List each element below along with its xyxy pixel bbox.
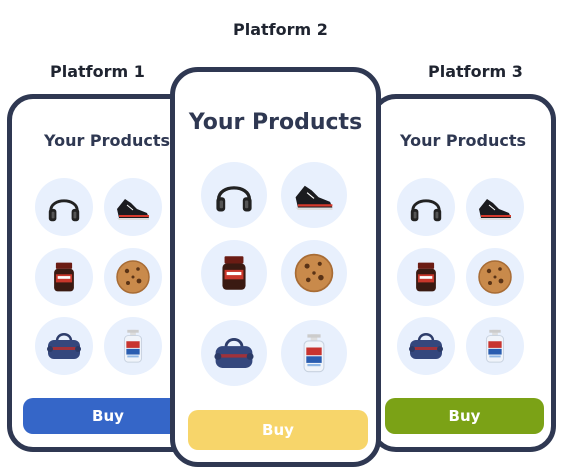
- sanitizer-bottle-icon: [114, 327, 152, 365]
- product-sneaker[interactable]: [104, 178, 162, 236]
- product-coffee[interactable]: [201, 240, 267, 306]
- product-coffee[interactable]: [397, 248, 455, 306]
- duffel-bag-icon: [211, 330, 257, 376]
- sanitizer-bottle-icon: [476, 327, 514, 365]
- products-title: Your Products: [399, 131, 527, 150]
- headphones-icon: [212, 173, 256, 217]
- duffel-bag-icon: [44, 326, 84, 366]
- headphones-icon: [407, 188, 445, 226]
- product-coffee[interactable]: [35, 248, 93, 306]
- cookie-icon: [475, 257, 515, 297]
- coffee-jar-icon: [46, 259, 82, 295]
- product-sanitizer[interactable]: [466, 317, 524, 375]
- cookie-icon: [291, 250, 337, 296]
- product-cookie[interactable]: [104, 248, 162, 306]
- duffel-bag-icon: [406, 326, 446, 366]
- platform-3-label: Platform 3: [428, 62, 523, 81]
- product-bag[interactable]: [35, 317, 93, 375]
- product-cookie[interactable]: [281, 240, 347, 306]
- product-cookie[interactable]: [466, 248, 524, 306]
- sneaker-icon: [291, 172, 337, 218]
- cookie-icon: [113, 257, 153, 297]
- buy-button[interactable]: Buy: [23, 398, 193, 434]
- platform-1-label: Platform 1: [50, 62, 145, 81]
- product-headphones[interactable]: [201, 162, 267, 228]
- headphones-icon: [45, 188, 83, 226]
- sanitizer-bottle-icon: [292, 331, 336, 375]
- product-bag[interactable]: [201, 320, 267, 386]
- sneaker-icon: [113, 187, 153, 227]
- coffee-jar-icon: [213, 252, 255, 294]
- product-headphones[interactable]: [35, 178, 93, 236]
- product-sneaker[interactable]: [281, 162, 347, 228]
- platform-2-label: Platform 2: [233, 20, 328, 39]
- buy-button[interactable]: Buy: [188, 410, 368, 450]
- coffee-jar-icon: [408, 259, 444, 295]
- product-sanitizer[interactable]: [104, 317, 162, 375]
- products-title: Your Products: [188, 110, 363, 135]
- product-sneaker[interactable]: [466, 178, 524, 236]
- sneaker-icon: [475, 187, 515, 227]
- product-headphones[interactable]: [397, 178, 455, 236]
- product-bag[interactable]: [397, 317, 455, 375]
- product-sanitizer[interactable]: [281, 320, 347, 386]
- buy-button[interactable]: Buy: [385, 398, 544, 434]
